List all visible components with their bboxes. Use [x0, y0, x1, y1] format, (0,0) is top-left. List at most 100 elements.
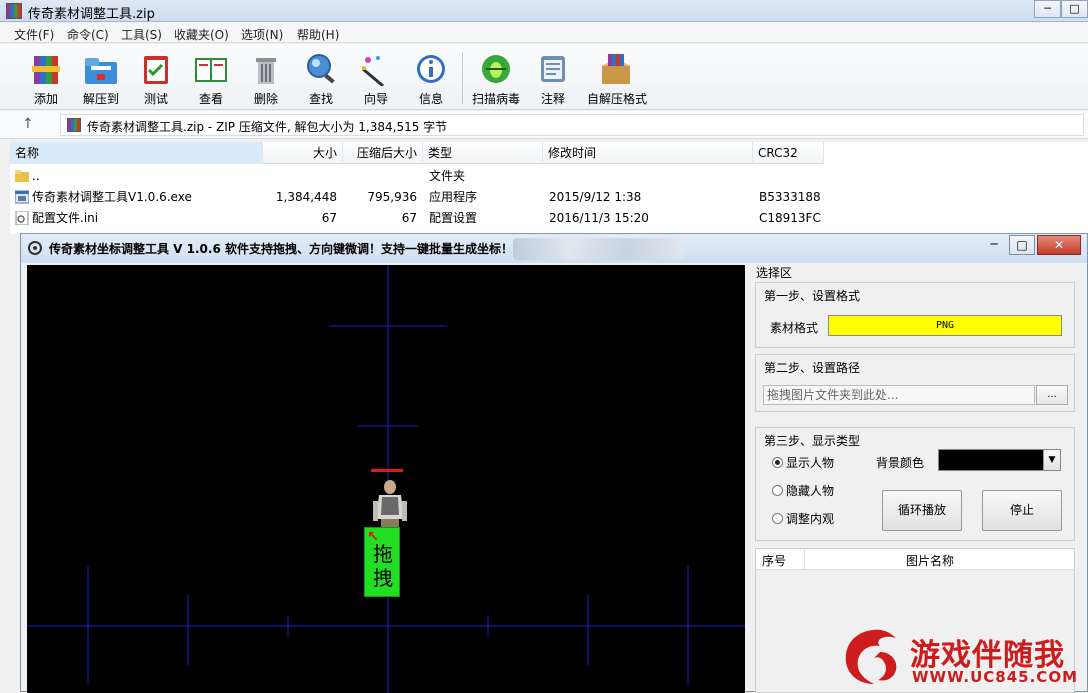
archive-add-icon: [32, 56, 60, 84]
column-type[interactable]: 类型: [423, 142, 543, 164]
file-crc: B5333188: [759, 190, 821, 204]
menu-options[interactable]: 选项(N): [241, 26, 283, 43]
winrar-window-title: 传奇素材调整工具.zip: [28, 7, 155, 22]
step1-title: 第一步、设置格式: [764, 289, 861, 303]
column-divider: [804, 549, 805, 570]
background-color-select[interactable]: ▼: [938, 449, 1061, 471]
step2-group: 第二步、设置路径 拖拽图片文件夹到此处... ...: [755, 354, 1075, 412]
column-image-name[interactable]: 图片名称: [906, 552, 954, 569]
column-index[interactable]: 序号: [762, 552, 786, 569]
winrar-titlebar: 传奇素材调整工具.zip ─ □: [0, 0, 1088, 22]
menu-favorites[interactable]: 收藏夹(O): [174, 26, 229, 43]
radio-selected-icon: [772, 457, 783, 468]
radio-show-character-label: 显示人物: [786, 456, 835, 470]
step2-title: 第二步、设置路径: [764, 361, 861, 375]
menu-bar: 文件(F) 命令(C) 工具(S) 收藏夹(O) 选项(N) 帮助(H): [0, 23, 1088, 43]
file-type: 文件夹: [429, 169, 466, 183]
delete-button[interactable]: 删除: [236, 48, 296, 108]
file-crc: C18913FC: [759, 211, 821, 225]
radio-adjust-inner[interactable]: 调整内观: [772, 510, 834, 527]
column-packed-label: 压缩后大小: [356, 146, 417, 160]
add-button[interactable]: 添加: [16, 48, 76, 108]
toolbar: 添加 解压到 测试 查看 删除 查找 向导 信息 扫描病毒 注释 自解压格式: [0, 44, 1088, 110]
stop-button[interactable]: 停止: [982, 490, 1062, 531]
column-modified-label: 修改时间: [548, 146, 597, 160]
delete-label: 删除: [253, 92, 278, 106]
menu-command[interactable]: 命令(C): [67, 26, 109, 43]
menu-tools[interactable]: 工具(S): [121, 26, 162, 43]
file-packed-size: 67: [401, 211, 417, 225]
view-button[interactable]: 查看: [181, 48, 241, 108]
sfx-button[interactable]: 自解压格式: [586, 48, 648, 108]
file-modified: 2016/11/3 15:20: [549, 211, 649, 225]
file-list-header: 名称 大小 压缩后大小 类型 修改时间 CRC32: [10, 142, 824, 164]
tool-app-icon: [28, 241, 42, 255]
clipboard-check-icon: [144, 56, 168, 84]
folder-extract-icon: [85, 58, 117, 84]
format-field[interactable]: PNG: [828, 315, 1062, 336]
table-row[interactable]: 传奇素材调整工具V1.0.6.exe 1,384,448 795,936 应用程…: [10, 187, 824, 208]
comment-icon: [541, 56, 565, 82]
archive-path: 传奇素材调整工具.zip - ZIP 压缩文件, 解包大小为 1,384,515…: [87, 120, 448, 134]
drag-label: 拖拽: [373, 542, 393, 590]
dragon-logo-icon: [845, 629, 897, 684]
test-button[interactable]: 测试: [126, 48, 186, 108]
extract-to-button[interactable]: 解压到: [71, 48, 131, 108]
file-modified: 2015/9/12 1:38: [549, 190, 642, 204]
column-packed[interactable]: 压缩后大小: [343, 142, 423, 164]
winrar-maximize-button[interactable]: □: [1061, 0, 1088, 18]
selection-panel: 选择区 第一步、设置格式 素材格式 PNG 第二步、设置路径 拖拽图片文件夹到此…: [751, 264, 1085, 693]
winrar-app-icon: [6, 3, 22, 19]
magic-wand-icon: [362, 56, 384, 86]
file-type: 应用程序: [429, 190, 478, 204]
comment-button[interactable]: 注释: [523, 48, 583, 108]
column-crc[interactable]: CRC32: [753, 142, 824, 164]
table-row[interactable]: 配置文件.ini 67 67 配置设置 2016/11/3 15:20 C189…: [10, 208, 824, 229]
chevron-down-icon: ▼: [1043, 450, 1060, 470]
add-label: 添加: [33, 92, 58, 106]
tool-window-title: 传奇素材坐标调整工具 V 1.0.6 软件支持拖拽、方向键微调！支持一键批量生成…: [49, 242, 513, 256]
ini-file-icon: [15, 211, 29, 225]
trash-icon: [256, 58, 276, 84]
wizard-button[interactable]: 向导: [346, 48, 406, 108]
browse-button[interactable]: ...: [1036, 385, 1068, 405]
address-field[interactable]: 传奇素材调整工具.zip - ZIP 压缩文件, 解包大小为 1,384,515…: [60, 114, 1084, 136]
file-list: 名称 大小 压缩后大小 类型 修改时间 CRC32 .. 文件夹 传奇素材调整工…: [10, 142, 1088, 234]
step3-title: 第三步、显示类型: [764, 434, 861, 448]
view-label: 查看: [198, 92, 223, 106]
virus-scan-button[interactable]: 扫描病毒: [466, 48, 526, 108]
tool-minimize-button[interactable]: ─: [981, 235, 1007, 255]
sfx-box-icon: [602, 54, 630, 84]
wizard-label: 向导: [363, 92, 388, 106]
book-icon: [195, 58, 227, 82]
exe-file-icon: [15, 190, 29, 204]
address-bar: ↑ 传奇素材调整工具.zip - ZIP 压缩文件, 解包大小为 1,384,5…: [0, 111, 1088, 139]
radio-show-character[interactable]: 显示人物: [772, 454, 834, 471]
menu-help[interactable]: 帮助(H): [297, 26, 339, 43]
column-size[interactable]: 大小: [263, 142, 343, 164]
drag-handle[interactable]: ↖ 拖拽: [364, 527, 400, 597]
loop-play-button[interactable]: 循环播放: [882, 490, 962, 531]
panel-title: 选择区: [756, 266, 793, 280]
column-modified[interactable]: 修改时间: [543, 142, 753, 164]
file-name: 配置文件.ini: [32, 211, 99, 225]
blurred-region: [513, 238, 683, 260]
column-name[interactable]: 名称: [10, 142, 263, 164]
winrar-minimize-button[interactable]: ─: [1034, 0, 1061, 18]
radio-hide-character[interactable]: 隐藏人物: [772, 482, 834, 499]
menu-file[interactable]: 文件(F): [14, 26, 54, 43]
up-arrow-icon[interactable]: ↑: [22, 116, 34, 132]
anchor-marker: [371, 469, 403, 472]
file-size: 1,384,448: [275, 190, 337, 204]
find-button[interactable]: 查找: [291, 48, 351, 108]
file-name: 传奇素材调整工具V1.0.6.exe: [32, 190, 192, 204]
table-row[interactable]: .. 文件夹: [10, 166, 824, 187]
tool-close-button[interactable]: ✕: [1037, 235, 1081, 255]
virus-scan-label: 扫描病毒: [471, 92, 520, 106]
info-button[interactable]: 信息: [401, 48, 461, 108]
file-size: 67: [321, 211, 337, 225]
folder-path-input[interactable]: 拖拽图片文件夹到此处...: [763, 385, 1035, 405]
tool-maximize-button[interactable]: □: [1009, 235, 1035, 255]
preview-canvas[interactable]: ↖ 拖拽: [27, 265, 745, 693]
comment-label: 注释: [540, 92, 565, 106]
